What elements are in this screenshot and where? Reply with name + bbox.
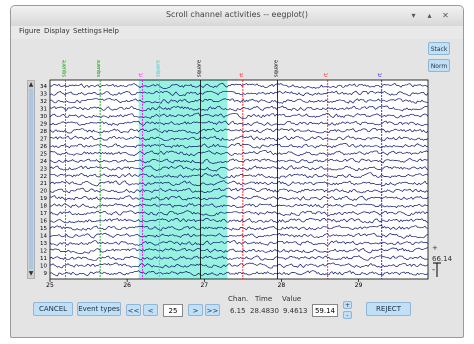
channel-label-15: 15	[40, 226, 47, 232]
reject-button[interactable]: REJECT	[366, 302, 411, 316]
x-tick-label-29: 29	[355, 282, 363, 289]
eeg-trace-30	[49, 112, 429, 119]
prev-page-button[interactable]: <<	[126, 304, 141, 316]
eeg-plot[interactable]: 3433323130292827262524232221201918171615…	[0, 0, 474, 344]
scale-down-button[interactable]: -	[343, 311, 352, 319]
time-label: Time	[255, 295, 273, 303]
next-page-button[interactable]: >>	[205, 304, 220, 316]
eeg-trace-33	[49, 90, 429, 97]
time-value: 28.4830	[250, 307, 279, 315]
chan-value: 6.15	[230, 307, 246, 315]
eeg-trace-22	[49, 172, 429, 179]
channel-label-10: 10	[40, 264, 47, 270]
value-label: Value	[282, 295, 302, 303]
eeg-trace-26	[49, 142, 429, 149]
eeg-trace-21	[49, 180, 429, 187]
event-label-4: square	[196, 60, 202, 77]
scale-up-button[interactable]: +	[343, 301, 352, 309]
norm-button[interactable]: Norm	[428, 59, 450, 72]
channel-label-26: 26	[40, 144, 47, 150]
eeg-trace-18	[50, 203, 429, 209]
eeg-trace-15	[49, 225, 429, 231]
channel-label-30: 30	[40, 114, 47, 120]
channel-label-27: 27	[40, 136, 47, 142]
channel-label-33: 33	[40, 91, 47, 97]
x-tick-label-27: 27	[200, 282, 208, 289]
channel-label-13: 13	[40, 241, 47, 247]
scroll-up-icon[interactable]: ▲	[28, 82, 34, 88]
event-label-2: rt	[139, 73, 145, 77]
channel-label-21: 21	[40, 181, 47, 187]
eeg-trace-19	[49, 195, 429, 202]
channel-label-29: 29	[40, 121, 47, 127]
eeg-trace-32	[49, 98, 429, 104]
cancel-button[interactable]: CANCEL	[33, 302, 73, 316]
event-label-5: rt	[239, 73, 245, 77]
scale-field[interactable]: 59.14	[312, 304, 338, 317]
channel-label-25: 25	[40, 151, 47, 157]
scale-plus: +	[432, 244, 438, 252]
channel-label-23: 23	[40, 166, 47, 172]
x-tick-label-25: 25	[46, 282, 54, 289]
next-button[interactable]: >	[188, 304, 203, 316]
eeg-trace-11	[49, 255, 429, 261]
eeg-trace-9	[49, 270, 429, 277]
eeg-trace-20	[49, 187, 429, 194]
channel-label-22: 22	[40, 174, 47, 180]
prev-button[interactable]: <	[143, 304, 158, 316]
eeg-trace-27	[49, 135, 429, 142]
eeg-trace-23	[49, 165, 429, 172]
channel-label-19: 19	[40, 196, 47, 202]
scroll-thumb[interactable]	[29, 89, 33, 269]
scroll-down-icon[interactable]: ▼	[28, 271, 34, 277]
channel-label-28: 28	[40, 129, 47, 135]
channel-label-32: 32	[40, 99, 47, 105]
x-tick-label-28: 28	[278, 282, 286, 289]
eeg-trace-24	[49, 157, 429, 164]
channel-label-31: 31	[40, 106, 47, 112]
event-label-6: square	[274, 60, 280, 77]
stack-button[interactable]: Stack	[428, 42, 450, 55]
channel-label-20: 20	[40, 189, 47, 195]
event-types-button[interactable]: Event types	[77, 302, 121, 316]
time-field[interactable]: 25	[163, 304, 183, 317]
eeg-trace-28	[49, 127, 429, 134]
event-label-7: rt	[324, 73, 330, 77]
channel-label-14: 14	[40, 234, 47, 240]
channel-label-18: 18	[40, 204, 47, 210]
scale-bar-icon	[433, 262, 441, 277]
eeg-trace-31	[49, 105, 429, 112]
eeg-trace-16	[49, 217, 429, 224]
eeg-trace-12	[49, 247, 429, 254]
channel-label-34: 34	[40, 84, 47, 90]
x-tick-label-26: 26	[123, 282, 131, 289]
eeg-trace-25	[49, 150, 429, 157]
event-label-8: rt	[378, 73, 384, 77]
eeg-trace-10	[50, 262, 429, 269]
event-label-0: square	[61, 60, 67, 77]
channel-label-24: 24	[40, 159, 47, 165]
channel-label-17: 17	[40, 211, 47, 217]
eeg-trace-29	[49, 120, 429, 127]
event-label-1: square	[96, 60, 102, 77]
value-value: 9.4613	[283, 307, 308, 315]
eeg-trace-17	[49, 210, 429, 217]
channel-label-12: 12	[40, 249, 47, 255]
eeg-trace-14	[49, 232, 429, 239]
eeg-trace-34	[49, 82, 429, 89]
chan-label: Chan.	[228, 295, 249, 303]
event-label-3: square	[156, 60, 162, 77]
channel-scrollbar[interactable]: ▲ ▼	[27, 80, 35, 279]
eeg-trace-13	[49, 239, 429, 247]
channel-label-9: 9	[44, 271, 48, 277]
channel-label-16: 16	[40, 219, 47, 225]
plot-frame	[49, 79, 429, 280]
channel-label-11: 11	[40, 256, 47, 262]
